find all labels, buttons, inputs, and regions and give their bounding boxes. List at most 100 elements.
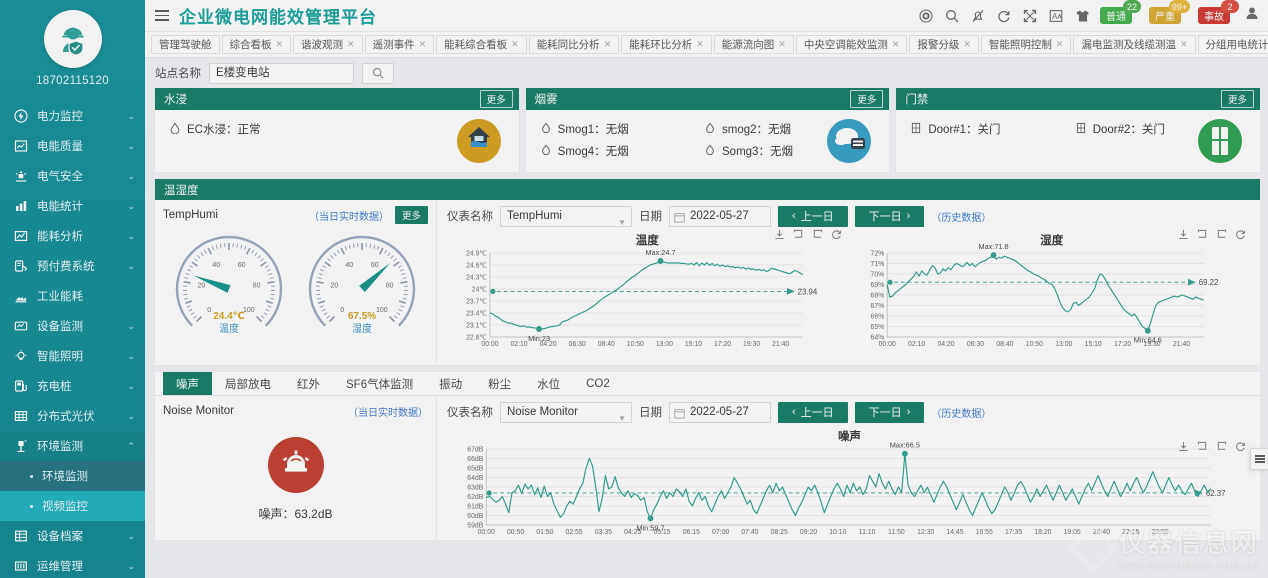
nav-tab-4[interactable]: 能耗综合看板 ✕ bbox=[436, 35, 527, 54]
sidebar-item-8[interactable]: 智能照明 ⌄ bbox=[0, 341, 145, 371]
close-icon[interactable]: ✕ bbox=[696, 39, 704, 50]
temphumi-meter-select[interactable]: TempHumi ▼ bbox=[500, 205, 632, 227]
user-icon[interactable] bbox=[1245, 6, 1260, 25]
sidebar-item-9[interactable]: 充电桩 ⌄ bbox=[0, 371, 145, 401]
noise-prev-day-button[interactable]: ‹ 上一日 bbox=[778, 401, 848, 423]
temphumi-date-input[interactable]: 2022-05-27 bbox=[669, 205, 771, 227]
nav-tab-6[interactable]: 能耗环比分析 ✕ bbox=[621, 35, 712, 54]
noise-tab-6[interactable]: 水位 bbox=[524, 372, 573, 395]
restore-icon[interactable] bbox=[812, 229, 823, 240]
settings-slider-button[interactable] bbox=[1250, 448, 1268, 470]
noise-tab-4[interactable]: 振动 bbox=[426, 372, 475, 395]
nav-tab-12[interactable]: 分组用电统计✕ bbox=[1197, 35, 1268, 54]
close-icon[interactable]: ✕ bbox=[276, 39, 284, 50]
temphumi-history-link[interactable]: （历史数据） bbox=[931, 209, 991, 224]
search-icon[interactable] bbox=[944, 8, 959, 23]
sidebar-item-10[interactable]: 分布式光伏 ⌄ bbox=[0, 401, 145, 431]
translate-icon[interactable]: A bbox=[1048, 8, 1063, 23]
close-icon[interactable]: ✕ bbox=[778, 39, 786, 50]
noise-tab-5[interactable]: 粉尘 bbox=[475, 372, 524, 395]
restore-icon[interactable] bbox=[1216, 229, 1227, 240]
more-button[interactable]: 更多 bbox=[1221, 90, 1255, 108]
zoom-area-icon[interactable] bbox=[1197, 229, 1208, 240]
fullscreen-icon[interactable] bbox=[1022, 8, 1037, 23]
sidebar-item-6[interactable]: 工业能耗 bbox=[0, 281, 145, 311]
nav-tab-7[interactable]: 能源流向图 ✕ bbox=[713, 35, 794, 54]
download-icon[interactable] bbox=[1178, 229, 1189, 240]
svg-text:00:50: 00:50 bbox=[507, 529, 524, 536]
svg-text:24.3℃: 24.3℃ bbox=[466, 275, 487, 282]
sidebar-subitem-1[interactable]: 视频监控 bbox=[0, 491, 145, 521]
nav-tab-2[interactable]: 谐波观测 ✕ bbox=[293, 35, 363, 54]
noise-tab-2[interactable]: 红外 bbox=[284, 372, 333, 395]
noise-date-input[interactable]: 2022-05-27 bbox=[669, 401, 771, 423]
noise-tab-1[interactable]: 局部放电 bbox=[212, 372, 284, 395]
theme-circle-icon[interactable] bbox=[918, 8, 933, 23]
noise-live-link[interactable]: （当日实时数据） bbox=[348, 404, 428, 419]
nav-tab-9[interactable]: 报警分级 ✕ bbox=[909, 35, 979, 54]
search-input[interactable]: E楼变电站 bbox=[209, 62, 354, 84]
sidebar-item-0[interactable]: 电力监控 ⌄ bbox=[0, 101, 145, 131]
noise-tab-3[interactable]: SF6气体监测 bbox=[333, 372, 426, 395]
sidebar-item-7[interactable]: 设备监测 ⌄ bbox=[0, 311, 145, 341]
refresh-icon[interactable] bbox=[1235, 441, 1246, 452]
download-icon[interactable] bbox=[774, 229, 785, 240]
sidebar-item-5[interactable]: 预付费系统 ⌄ bbox=[0, 251, 145, 281]
search-button[interactable] bbox=[362, 62, 394, 84]
more-button[interactable]: 更多 bbox=[850, 90, 884, 108]
noise-tab-0[interactable]: 噪声 bbox=[163, 372, 212, 395]
nav-tab-10[interactable]: 智能照明控制 ✕ bbox=[980, 35, 1072, 54]
close-icon[interactable]: ✕ bbox=[1180, 39, 1188, 50]
sidebar-item-3[interactable]: 电能统计 ⌄ bbox=[0, 191, 145, 221]
nav-tab-5[interactable]: 能耗同比分析 ✕ bbox=[528, 35, 620, 54]
temphumi-prev-day-button[interactable]: ‹ 上一日 bbox=[778, 205, 848, 227]
refresh-icon[interactable] bbox=[996, 8, 1011, 23]
close-icon[interactable]: ✕ bbox=[511, 39, 519, 50]
svg-text:10:50: 10:50 bbox=[627, 341, 644, 348]
alarm-pill-1[interactable]: 严重 99+ bbox=[1149, 0, 1190, 24]
sidebar-subitem-0[interactable]: 环境监测 bbox=[0, 461, 145, 491]
sidebar-item-2[interactable]: 电气安全 ⌄ bbox=[0, 161, 145, 191]
close-icon[interactable]: ✕ bbox=[419, 39, 427, 50]
close-icon[interactable]: ✕ bbox=[1056, 39, 1064, 50]
avatar[interactable] bbox=[43, 10, 102, 68]
svg-text:09:20: 09:20 bbox=[800, 529, 817, 536]
temphumi-more-button[interactable]: 更多 bbox=[394, 206, 428, 224]
close-icon[interactable]: ✕ bbox=[604, 39, 612, 50]
bell-off-icon[interactable] bbox=[970, 8, 985, 23]
alarm-pill-2[interactable]: 事故 2 bbox=[1198, 0, 1239, 24]
nav-tab-11[interactable]: 漏电监测及线缆测温 ✕ bbox=[1073, 35, 1196, 54]
nav-tab-3[interactable]: 遥测事件 ✕ bbox=[364, 35, 435, 54]
nav-tab-8[interactable]: 中央空调能效监测 ✕ bbox=[795, 35, 908, 54]
zoom-area-icon[interactable] bbox=[1197, 441, 1208, 452]
sidebar-item-12[interactable]: 设备档案 ⌄ bbox=[0, 521, 145, 551]
safety-icon bbox=[14, 169, 33, 183]
noise-next-day-button[interactable]: 下一日 › bbox=[854, 401, 925, 423]
hamburger-icon[interactable] bbox=[155, 7, 169, 24]
temphumi-live-link[interactable]: （当日实时数据） bbox=[309, 208, 389, 223]
svg-text:22:15: 22:15 bbox=[1122, 529, 1139, 536]
skin-shirt-icon[interactable] bbox=[1074, 8, 1089, 23]
sidebar-item-1[interactable]: 电能质量 ⌄ bbox=[0, 131, 145, 161]
noise-history-link[interactable]: （历史数据） bbox=[931, 405, 991, 420]
close-icon[interactable]: ✕ bbox=[892, 39, 900, 50]
close-icon[interactable]: ✕ bbox=[347, 39, 355, 50]
noise-tab-7[interactable]: CO2 bbox=[573, 372, 623, 395]
nav-tab-1[interactable]: 综合看板 ✕ bbox=[221, 35, 292, 54]
restore-icon[interactable] bbox=[1216, 441, 1227, 452]
noise-meter-select[interactable]: Noise Monitor ▼ bbox=[500, 401, 632, 423]
refresh-icon[interactable] bbox=[1235, 229, 1246, 240]
close-icon[interactable]: ✕ bbox=[963, 39, 971, 50]
sidebar-item-4[interactable]: 能耗分析 ⌄ bbox=[0, 221, 145, 251]
refresh-icon[interactable] bbox=[831, 229, 842, 240]
nav-tab-0[interactable]: 管理驾驶舱 bbox=[151, 35, 220, 54]
temphumi-next-day-button[interactable]: 下一日 › bbox=[854, 205, 925, 227]
more-button[interactable]: 更多 bbox=[479, 90, 513, 108]
zoom-area-icon[interactable] bbox=[793, 229, 804, 240]
svg-text:07:00: 07:00 bbox=[712, 529, 729, 536]
sidebar-item-11[interactable]: 环境监测 ⌃ bbox=[0, 431, 145, 461]
download-icon[interactable] bbox=[1178, 441, 1189, 452]
sidebar-item-13[interactable]: 运维管理 ⌄ bbox=[0, 551, 145, 578]
sidebar-item-label: 电气安全 bbox=[37, 171, 83, 183]
alarm-pill-0[interactable]: 普通 22 bbox=[1100, 0, 1141, 24]
